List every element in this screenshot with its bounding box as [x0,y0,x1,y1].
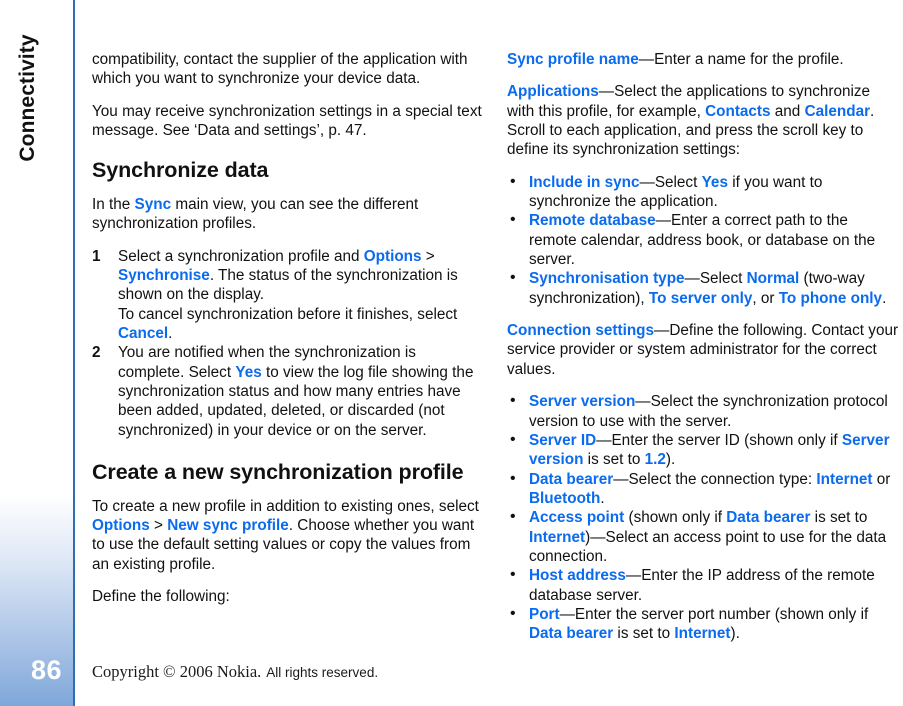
ui-term-yes: Yes [701,173,728,191]
ui-term-calendar: Calendar [804,102,871,120]
paragraph-define-following: Define the following: [92,588,230,606]
ui-term-include-in-sync: Include in sync [529,173,640,191]
bullet-icon: • [510,392,516,410]
document-page: Connectivity 86 Copyright © 2006 Nokia. A… [0,0,903,706]
ui-term-port: Port [529,605,560,623]
list-item: • Remote database—Enter a correct path to… [510,211,876,269]
paragraph-applications: Applications—Select the applications to … [507,83,875,159]
sidebar-vertical-rule [73,0,75,706]
ui-term-sync: Sync [134,196,172,214]
ui-value-bluetooth: Bluetooth [529,489,601,507]
list-item: • Port—Enter the server port number (show… [510,604,869,643]
page-number: 86 [30,655,62,685]
ui-term-normal: Normal [746,270,800,288]
connection-settings-bullet-list: • Server version—Select the synchronizati… [507,392,899,643]
ui-term-cancel: Cancel [118,325,169,343]
list-item: • Include in sync—Select Yes if you want … [510,172,823,211]
bullet-icon: • [510,211,516,229]
ui-value-internet: Internet [529,528,586,546]
ui-term-connection-settings: Connection settings [507,322,655,340]
list-item: • Server ID—Enter the server ID (shown on… [510,430,890,469]
bullet-icon: • [510,172,516,190]
paragraph-create-profile: To create a new profile in addition to e… [92,497,479,573]
ui-term-options: Options [363,247,422,265]
ui-term-remote-database: Remote database [529,212,656,230]
step-number: 2 [92,344,101,362]
heading-create-new-sync-profile: Create a new synchronization profile [92,460,464,485]
bullet-icon: • [510,430,516,448]
bullet-icon: • [510,604,516,622]
ui-term-applications: Applications [507,83,599,101]
app-settings-bullet-list: • Include in sync—Select Yes if you want … [507,173,899,308]
ui-term-server-version: Server version [529,393,636,411]
list-item: 2 You are notified when the synchronizati… [92,344,474,439]
sync-steps-list: 1 Select a synchronization profile and Op… [92,247,482,440]
ui-value-internet: Internet [674,625,731,643]
separator-gt: > [149,517,168,535]
list-item: 1 Select a synchronization profile and Op… [92,247,458,343]
bullet-icon: • [510,269,516,287]
ui-term-access-point: Access point [529,509,625,527]
heading-synchronize-data: Synchronize data [92,158,269,183]
ui-value-internet: Internet [816,470,873,488]
bullet-icon: • [510,469,516,487]
ui-term-synchronisation-type: Synchronisation type [529,270,685,288]
ui-term-synchronise: Synchronise [118,267,210,285]
paragraph-sync-profile-name: Sync profile name—Enter a name for the p… [507,51,844,68]
ui-term-to-server-only: To server only [648,289,753,307]
paragraph-compatibility: compatibility, contact the supplier of t… [92,51,468,88]
rights-reserved-text: All rights reserved. [266,665,379,680]
list-item: • Server version—Select the synchronizati… [510,392,888,430]
separator-gt: > [421,247,435,265]
ui-term-yes: Yes [235,363,262,381]
list-item: • Host address—Enter the IP address of th… [510,566,875,604]
paragraph-sync-mainview: In the Sync main view, you can see the d… [92,196,419,233]
left-text-column: compatibility, contact the supplier of t… [92,50,482,620]
bullet-icon: • [510,566,516,584]
footer-copyright: Copyright © 2006 Nokia. All rights reserv… [92,662,378,682]
paragraph-settings-message: You may receive synchronization settings… [92,102,482,140]
ui-term-data-bearer: Data bearer [529,625,614,643]
ui-term-host-address: Host address [529,567,626,585]
list-item: • Synchronisation type—Select Normal (two… [510,269,887,307]
right-text-column: Sync profile name—Enter a name for the p… [507,50,899,657]
ui-term-to-phone-only: To phone only [778,289,883,307]
ui-term-data-bearer: Data bearer [529,470,614,488]
list-item: • Access point (shown only if Data bearer… [510,508,887,565]
ui-value-1-2: 1.2 [644,451,666,469]
ui-term-server-id: Server ID [529,431,597,449]
copyright-text: Copyright © 2006 Nokia. [92,662,262,681]
ui-term-sync-profile-name: Sync profile name [507,51,639,68]
ui-term-options: Options [92,517,150,535]
chapter-tab-label: Connectivity [16,34,39,162]
step-number: 1 [92,247,101,265]
list-item: • Data bearer—Select the connection type:… [510,469,891,507]
paragraph-connection-settings: Connection settings—Define the following… [507,322,899,378]
ui-term-data-bearer: Data bearer [726,509,811,527]
ui-term-contacts: Contacts [705,102,771,120]
ui-term-new-sync-profile: New sync profile [167,517,289,535]
bullet-icon: • [510,508,516,526]
